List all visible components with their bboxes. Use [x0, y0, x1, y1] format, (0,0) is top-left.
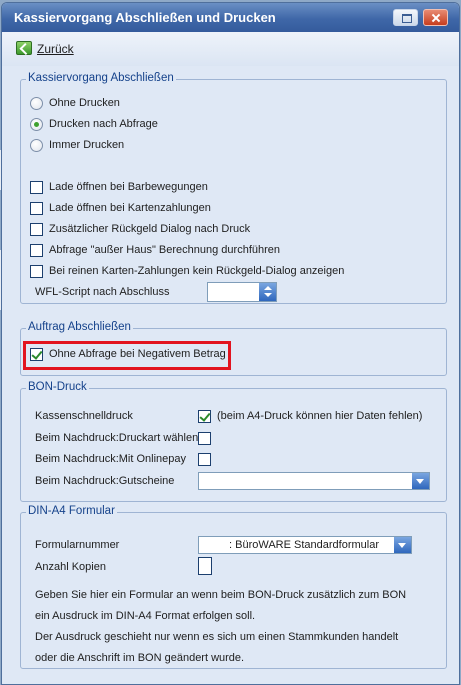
radio-label: Drucken nach Abfrage — [49, 118, 158, 130]
checkbox-drawer-card[interactable]: Lade öffnen bei Kartenzahlungen — [29, 201, 429, 217]
back-arrow-icon — [16, 41, 32, 55]
reprint-type-label: Beim Nachdruck:Druckart wählen — [35, 432, 199, 444]
form-number-combo[interactable]: : BüroWARE Standardformular — [198, 536, 412, 554]
copies-input[interactable] — [198, 557, 212, 575]
group-close-order: Auftrag Abschließen Ohne Abfrage bei Neg… — [20, 321, 447, 376]
checkbox-reprint-online[interactable] — [197, 452, 213, 468]
dialog-content: Kassiervorgang Abschließen Ohne Drucken … — [9, 67, 455, 679]
group-title: Auftrag Abschließen — [26, 321, 133, 333]
toolbar: Zurück — [2, 32, 459, 66]
info-line: Der Ausdruck geschieht nur wenn es sich … — [35, 631, 399, 643]
info-line: Geben Sie hier ein Formular an wenn beim… — [35, 589, 407, 601]
maximize-button[interactable] — [393, 9, 418, 26]
window-title: Kassiervorgang Abschließen und Drucken — [14, 10, 276, 25]
checkbox-quick-print[interactable]: (beim A4-Druck können hier Daten fehlen) — [197, 409, 442, 425]
close-button[interactable] — [423, 9, 448, 26]
reprint-voucher-combo[interactable] — [198, 472, 430, 490]
checkbox[interactable] — [198, 410, 211, 423]
checkbox[interactable] — [30, 244, 43, 257]
title-bar[interactable]: Kassiervorgang Abschließen und Drucken — [2, 3, 459, 32]
spinner-arrows-icon[interactable] — [259, 283, 276, 301]
back-label: Zurück — [37, 42, 74, 56]
checkbox[interactable] — [30, 223, 43, 236]
spinner-arrows-icon[interactable] — [394, 537, 411, 553]
back-button[interactable]: Zurück — [14, 39, 94, 61]
radio-button[interactable] — [30, 139, 43, 152]
dropdown-arrow-icon[interactable] — [412, 473, 429, 489]
dialog-window: Kassiervorgang Abschließen und Drucken Z… — [1, 2, 460, 685]
radio-label: Immer Drucken — [49, 139, 125, 151]
radio-button[interactable] — [30, 97, 43, 110]
radio-button[interactable] — [30, 118, 43, 131]
checkbox[interactable] — [30, 202, 43, 215]
checkbox-label: Zusätzlicher Rückgeld Dialog nach Druck — [49, 223, 251, 235]
checkbox-label: Abfrage "außer Haus" Berechnung durchfüh… — [49, 244, 281, 256]
checkbox-takeaway[interactable]: Abfrage "außer Haus" Berechnung durchfüh… — [29, 243, 429, 259]
checkbox-label: Bei reinen Karten-Zahlungen kein Rückgel… — [49, 265, 345, 277]
info-line: oder die Anschrift im BON geändert wurde… — [35, 652, 245, 664]
reprint-voucher-label: Beim Nachdruck:Gutscheine — [35, 475, 175, 487]
checkbox-change-dialog[interactable]: Zusätzlicher Rückgeld Dialog nach Druck — [29, 222, 429, 238]
combo-value: : BüroWARE Standardformular — [229, 539, 379, 551]
checkbox-label: Lade öffnen bei Kartenzahlungen — [49, 202, 211, 214]
radio-no-print[interactable]: Ohne Drucken — [29, 96, 329, 112]
form-number-label: Formularnummer — [35, 539, 120, 551]
reprint-online-label: Beim Nachdruck:Mit Onlinepay — [35, 453, 187, 465]
checkbox-card-no-change[interactable]: Bei reinen Karten-Zahlungen kein Rückgel… — [29, 264, 439, 280]
info-line: ein Ausdruck im DIN-A4 Format erfolgen s… — [35, 610, 256, 622]
radio-label: Ohne Drucken — [49, 97, 120, 109]
red-highlight-box — [23, 341, 231, 370]
checkbox[interactable] — [30, 265, 43, 278]
group-din-a4-form: DIN-A4 Formular Formularnummer : BüroWAR… — [20, 505, 447, 669]
group-title: BON-Druck — [26, 381, 89, 393]
group-receipt-print: BON-Druck Kassenschnelldruck (beim A4-Dr… — [20, 381, 447, 502]
checkbox-reprint-type[interactable] — [197, 431, 213, 447]
checkbox[interactable] — [198, 453, 211, 466]
quick-print-label: Kassenschnelldruck — [35, 410, 133, 422]
radio-always-print[interactable]: Immer Drucken — [29, 138, 329, 154]
checkbox-label: Lade öffnen bei Barbewegungen — [49, 181, 208, 193]
group-close-transaction: Kassiervorgang Abschließen Ohne Drucken … — [20, 72, 447, 304]
checkbox[interactable] — [198, 432, 211, 445]
group-title: Kassiervorgang Abschließen — [26, 72, 176, 84]
copies-label: Anzahl Kopien — [35, 561, 106, 573]
radio-print-on-request[interactable]: Drucken nach Abfrage — [29, 117, 329, 133]
checkbox[interactable] — [30, 181, 43, 194]
group-title: DIN-A4 Formular — [26, 505, 117, 517]
checkbox-drawer-cash[interactable]: Lade öffnen bei Barbewegungen — [29, 180, 429, 196]
quick-print-note: (beim A4-Druck können hier Daten fehlen) — [217, 410, 423, 422]
wfl-script-spinner[interactable] — [207, 282, 277, 302]
wfl-script-label: WFL-Script nach Abschluss — [35, 286, 170, 298]
